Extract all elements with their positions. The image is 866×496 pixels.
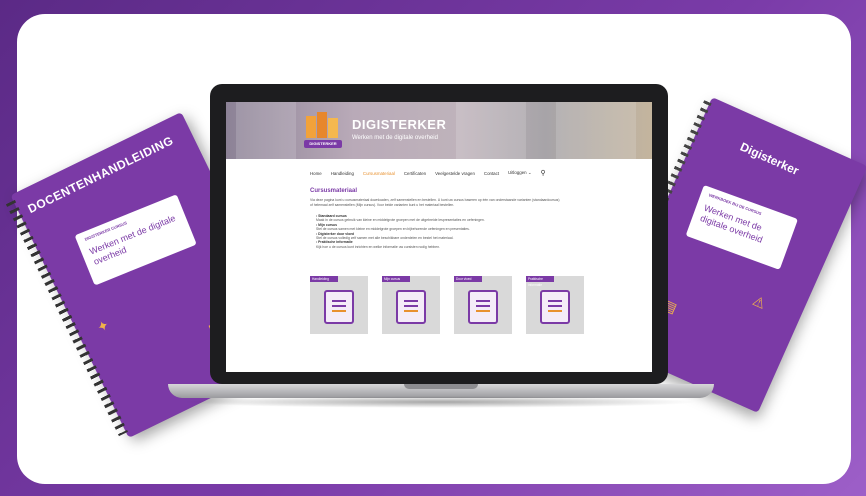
bullet-heading[interactable]: Praktische informatie — [318, 240, 352, 244]
list-item: • Mijn cursus Stel de cursus samen met kl… — [316, 222, 470, 232]
nav-item-contact[interactable]: Contact — [484, 171, 499, 176]
material-tiles: Handleiding Mijn cursus Door vloed Prakt… — [310, 276, 584, 334]
site-logo[interactable]: DIGISTERKER — [304, 110, 342, 150]
tile-label: Mijn cursus — [382, 276, 410, 282]
bullet-heading[interactable]: Mijn cursus — [318, 223, 337, 227]
booklet-right-label-text: Werken met de digitale overheid — [698, 202, 764, 245]
main-nav: Home Handleiding Cursusmateriaal Certifi… — [310, 168, 546, 178]
laptop-shadow — [180, 396, 700, 408]
laptop-notch — [404, 384, 478, 389]
search-icon[interactable]: ⚲ — [541, 169, 546, 177]
booklet-left-label: DIGISTERKER CURSUS Werken met de digital… — [74, 194, 197, 286]
booklet-right-title: Digisterker — [738, 139, 801, 178]
bullet-heading[interactable]: Standaard cursus — [318, 214, 347, 218]
booklet-left-label-text: Werken met de digitale overheid — [87, 212, 177, 267]
nav-item-certificaten[interactable]: Certificaten — [404, 171, 426, 176]
tile-praktische-informatie[interactable]: Praktische informatie — [526, 276, 584, 334]
hero-photo — [236, 102, 296, 159]
nav-item-home[interactable]: Home — [310, 171, 322, 176]
list-item: • Praktische informatie Kijk hoe u de cur… — [316, 240, 441, 249]
nav-item-uitloggen[interactable]: Uitloggen ⌄ — [508, 170, 531, 176]
list-item: • Digisterker door vloed Stel de cursus v… — [316, 231, 454, 241]
bullet-text: Stel de cursus samen met kleine en midde… — [316, 227, 470, 232]
tile-handleiding[interactable]: Handleiding — [310, 276, 368, 334]
nav-item-veelgestelde-vragen[interactable]: Veelgestelde vragen — [435, 171, 475, 176]
tile-mijn-cursus[interactable]: Mijn cursus — [382, 276, 440, 334]
hero-banner: DIGISTERKER DIGISTERKER Werken met de di… — [226, 102, 652, 159]
nav-item-handleiding[interactable]: Handleiding — [331, 171, 354, 176]
nav-item-cursusmateriaal[interactable]: Cursusmateriaal — [363, 171, 395, 176]
bullet-text: Maak in de cursus gebruik van kleine en … — [316, 218, 485, 223]
bullet-text: Kijk hoe u de cursus kunt inrichten en w… — [316, 244, 441, 249]
hero-photo — [456, 102, 526, 159]
list-item: • Standaard cursus Maak in de cursus gebr… — [316, 214, 485, 223]
cards-icon — [396, 290, 426, 324]
intro-text: Via deze pagina kunt u cursusmateriaal d… — [310, 198, 560, 207]
bullet-heading[interactable]: Digisterker door vloed — [318, 232, 354, 236]
tile-label: Praktische informatie — [526, 276, 554, 287]
bullet-list: • Standaard cursus Maak in de cursus gebr… — [316, 214, 564, 249]
booklet-right-label: WERKBOEK BIJ DE CURSUS Werken met de dig… — [685, 184, 799, 270]
hero-photo — [556, 102, 636, 159]
site-brand: DIGISTERKER — [352, 117, 447, 132]
bullet-text: Stel de cursus volledig zelf samen met a… — [316, 236, 454, 241]
page-title: Cursusmateriaal — [310, 188, 358, 194]
lightbulb-icon: ✦ — [94, 316, 112, 336]
tile-label: Handleiding — [310, 276, 338, 282]
person-icon — [468, 290, 498, 324]
warning-icon: ⚠ — [750, 292, 769, 312]
tile-door-vloed[interactable]: Door vloed — [454, 276, 512, 334]
notebook-icon — [324, 290, 354, 324]
browser-icon — [540, 290, 570, 324]
tile-label: Door vloed — [454, 276, 482, 282]
logo-text: DIGISTERKER — [304, 140, 342, 148]
laptop-screen: DIGISTERKER DIGISTERKER Werken met de di… — [226, 102, 652, 372]
site-tagline: Werken met de digitale overheid — [352, 135, 438, 141]
